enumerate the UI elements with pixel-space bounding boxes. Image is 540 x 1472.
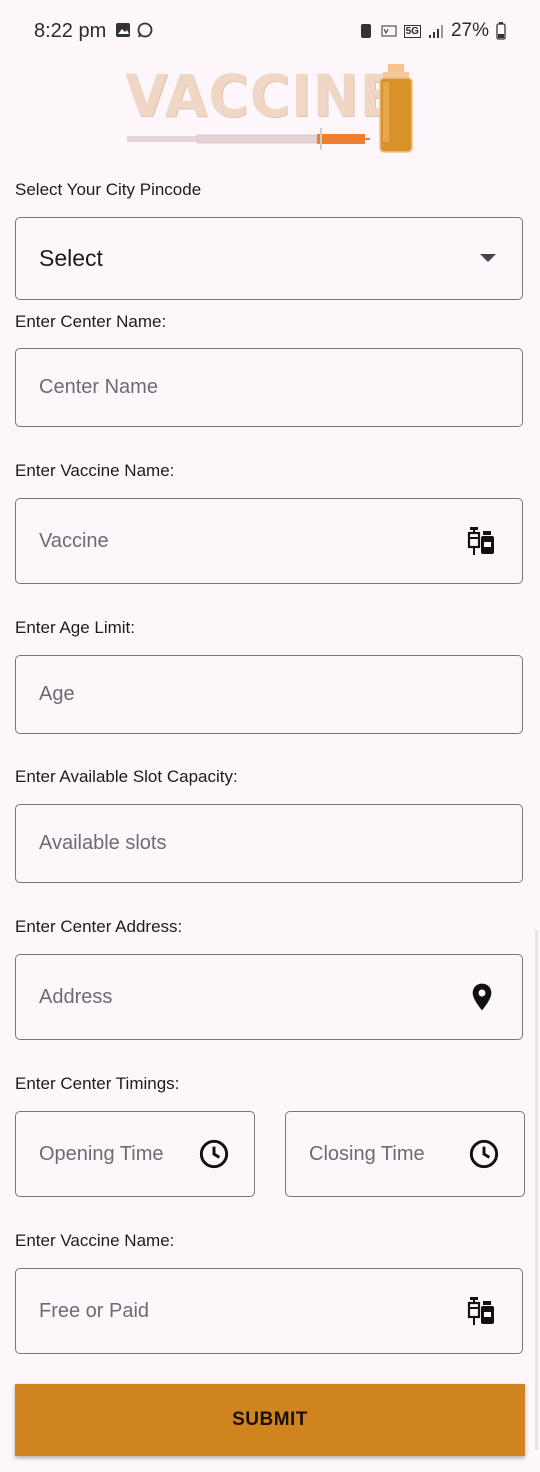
- fee-type-field[interactable]: [15, 1268, 523, 1354]
- status-bar: 8:22 pm 5G 27%: [0, 0, 540, 62]
- center-address-field[interactable]: [15, 954, 523, 1040]
- slot-capacity-label: Enter Available Slot Capacity:: [15, 767, 238, 786]
- dropdown-arrow-icon: [480, 254, 496, 262]
- clock-icon: [469, 1139, 499, 1169]
- gallery-icon: [116, 23, 130, 37]
- whatsapp-icon: [137, 22, 153, 38]
- closing-time-input[interactable]: [309, 1112, 469, 1196]
- location-pin-icon: [472, 983, 492, 1011]
- vaccine-icon: [467, 527, 494, 555]
- opening-time-input[interactable]: [39, 1112, 199, 1196]
- clock-icon: [199, 1139, 229, 1169]
- battery-icon: [496, 22, 506, 40]
- syringe-icon: [127, 128, 370, 150]
- vial-icon: [379, 64, 413, 153]
- battery-percent: 27%: [450, 20, 489, 41]
- center-name-label: Enter Center Name:: [15, 312, 167, 331]
- volte-icon: [381, 25, 397, 37]
- closing-time-field[interactable]: [285, 1111, 525, 1197]
- submit-button[interactable]: SUBMIT: [15, 1384, 525, 1456]
- center-address-input[interactable]: [39, 955, 419, 1039]
- scrollbar[interactable]: [535, 930, 538, 1450]
- sim-icon: [360, 24, 371, 38]
- status-time: 8:22 pm: [34, 20, 107, 42]
- age-limit-field[interactable]: [15, 655, 523, 734]
- fee-type-input[interactable]: [39, 1269, 419, 1353]
- vaccine-name-label: Enter Vaccine Name:: [15, 461, 175, 480]
- network-badge: 5G: [403, 24, 421, 38]
- fee-type-label: Enter Vaccine Name:: [15, 1231, 175, 1250]
- center-name-field[interactable]: [15, 348, 523, 427]
- vaccine-icon: [467, 1297, 494, 1325]
- slot-capacity-input[interactable]: [39, 805, 419, 882]
- signal-icon: [428, 25, 443, 38]
- center-name-input[interactable]: [39, 349, 419, 426]
- opening-time-field[interactable]: [15, 1111, 255, 1197]
- pincode-select-value: Select: [39, 245, 103, 271]
- logo-text: VACCINE: [125, 62, 399, 130]
- age-limit-label: Enter Age Limit:: [15, 618, 136, 637]
- pincode-select[interactable]: Select: [15, 217, 523, 300]
- center-address-label: Enter Center Address:: [15, 917, 183, 936]
- pincode-label: Select Your City Pincode: [15, 180, 202, 199]
- center-timings-label: Enter Center Timings:: [15, 1074, 180, 1093]
- vaccine-name-field[interactable]: [15, 498, 523, 584]
- age-limit-input[interactable]: [39, 656, 419, 733]
- app-logo: VACCINE: [125, 62, 417, 158]
- slot-capacity-field[interactable]: [15, 804, 523, 883]
- vaccine-name-input[interactable]: [39, 499, 419, 583]
